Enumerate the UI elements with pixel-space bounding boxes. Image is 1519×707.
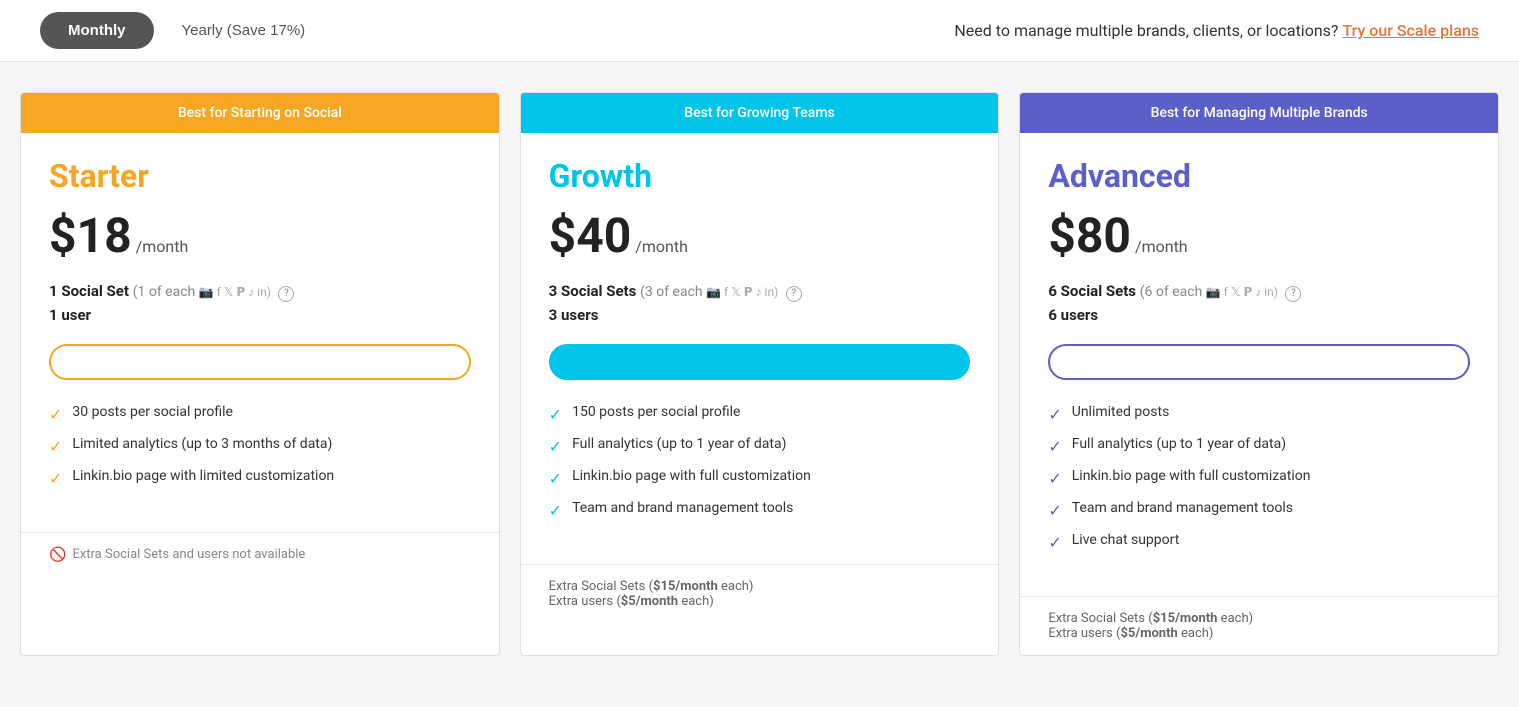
feature-text: Team and brand management tools [1072,500,1293,516]
feature-item: ✓ Limited analytics (up to 3 months of d… [49,436,471,456]
price-period: /month [635,237,688,256]
plan-users: 1 user [49,306,471,324]
check-icon: ✓ [549,405,562,424]
plan-cta-button[interactable] [1048,344,1470,380]
check-icon: ✓ [49,437,62,456]
features-list: ✓ 30 posts per social profile ✓ Limited … [49,404,471,488]
plan-body: Advanced $80 /month 6 Social Sets (6 of … [1020,133,1498,596]
feature-item: ✓ Full analytics (up to 1 year of data) [1048,436,1470,456]
check-icon: ✓ [1048,405,1061,424]
plan-name: Starter [49,157,471,195]
check-icon: ✓ [1048,533,1061,552]
plan-users: 3 users [549,306,971,324]
features-list: ✓ 150 posts per social profile ✓ Full an… [549,404,971,520]
plan-name: Growth [549,157,971,195]
plans-container: Best for Starting on Social Starter $18 … [0,62,1519,686]
plan-footer: 🚫 Extra Social Sets and users not availa… [21,532,499,577]
feature-item: ✓ Unlimited posts [1048,404,1470,424]
no-extra-text: Extra Social Sets and users not availabl… [72,547,305,562]
feature-text: Linkin.bio page with full customization [1072,468,1311,484]
help-icon[interactable]: ? [278,286,294,302]
feature-item: ✓ Live chat support [1048,532,1470,552]
feature-item: ✓ Full analytics (up to 1 year of data) [549,436,971,456]
sets-detail: (3 of each 📷 f 𝕏 𝗣 ♪ in) ? [640,284,802,300]
plan-cta-button[interactable] [49,344,471,380]
plan-body: Starter $18 /month 1 Social Set (1 of ea… [21,133,499,532]
plan-sets: 6 Social Sets (6 of each 📷 f 𝕏 𝗣 ♪ in) ? [1048,282,1470,302]
plan-price: $80 /month [1048,207,1470,264]
footer-line: Extra Social Sets ($15/month each) [549,579,971,594]
block-icon: 🚫 [49,547,66,563]
plan-price: $18 /month [49,207,471,264]
plan-cta-button[interactable] [549,344,971,380]
check-icon: ✓ [549,469,562,488]
feature-item: ✓ Linkin.bio page with limited customiza… [49,468,471,488]
yearly-toggle[interactable]: Yearly (Save 17%) [162,12,326,49]
price-period: /month [1135,237,1188,256]
check-icon: ✓ [549,501,562,520]
plan-sets: 3 Social Sets (3 of each 📷 f 𝕏 𝗣 ♪ in) ? [549,282,971,302]
sets-detail: (6 of each 📷 f 𝕏 𝗣 ♪ in) ? [1140,284,1302,300]
social-icons: 📷 f 𝕏 𝗣 ♪ in) [1206,285,1278,299]
features-list: ✓ Unlimited posts ✓ Full analytics (up t… [1048,404,1470,552]
plan-banner: Best for Starting on Social [21,93,499,133]
scale-plans-link[interactable]: Try our Scale plans [1342,21,1479,40]
price-amount: $18 [49,207,132,264]
plan-card-advanced: Best for Managing Multiple Brands Advanc… [1019,92,1499,656]
feature-item: ✓ 30 posts per social profile [49,404,471,424]
billing-toggle: Monthly Yearly (Save 17%) [40,12,325,49]
plan-name: Advanced [1048,157,1470,195]
feature-text: Team and brand management tools [572,500,793,516]
feature-item: ✓ Team and brand management tools [1048,500,1470,520]
plan-card-growth: Best for Growing Teams Growth $40 /month… [520,92,1000,656]
plan-users: 6 users [1048,306,1470,324]
header: Monthly Yearly (Save 17%) Need to manage… [0,0,1519,62]
price-period: /month [136,237,189,256]
check-icon: ✓ [49,469,62,488]
feature-text: 150 posts per social profile [572,404,740,420]
check-icon: ✓ [1048,469,1061,488]
check-icon: ✓ [49,405,62,424]
sets-label: 6 Social Sets [1048,282,1136,300]
plan-banner: Best for Growing Teams [521,93,999,133]
monthly-toggle[interactable]: Monthly [40,12,154,49]
plan-price: $40 /month [549,207,971,264]
help-icon[interactable]: ? [786,286,802,302]
sets-label: 1 Social Set [49,282,129,300]
sets-detail: (1 of each 📷 f 𝕏 𝗣 ♪ in) ? [133,284,295,300]
plan-body: Growth $40 /month 3 Social Sets (3 of ea… [521,133,999,564]
footer-line: Extra users ($5/month each) [1048,626,1470,641]
feature-text: 30 posts per social profile [72,404,233,420]
social-icons: 📷 f 𝕏 𝗣 ♪ in) [199,285,271,299]
feature-item: ✓ Linkin.bio page with full customizatio… [1048,468,1470,488]
no-extra-notice: 🚫 Extra Social Sets and users not availa… [49,547,471,563]
feature-text: Full analytics (up to 1 year of data) [572,436,786,452]
plan-card-starter: Best for Starting on Social Starter $18 … [20,92,500,656]
plan-banner: Best for Managing Multiple Brands [1020,93,1498,133]
footer-line: Extra Social Sets ($15/month each) [1048,611,1470,626]
feature-item: ✓ Linkin.bio page with full customizatio… [549,468,971,488]
feature-item: ✓ 150 posts per social profile [549,404,971,424]
check-icon: ✓ [1048,501,1061,520]
help-icon[interactable]: ? [1285,286,1301,302]
plan-footer: Extra Social Sets ($15/month each)Extra … [1020,596,1498,655]
price-amount: $80 [1048,207,1131,264]
check-icon: ✓ [1048,437,1061,456]
plan-sets: 1 Social Set (1 of each 📷 f 𝕏 𝗣 ♪ in) ? [49,282,471,302]
footer-line: Extra users ($5/month each) [549,594,971,609]
feature-text: Linkin.bio page with limited customizati… [72,468,334,484]
feature-text: Limited analytics (up to 3 months of dat… [72,436,332,452]
check-icon: ✓ [549,437,562,456]
social-icons: 📷 f 𝕏 𝗣 ♪ in) [706,285,778,299]
feature-text: Live chat support [1072,532,1180,548]
price-amount: $40 [549,207,632,264]
sets-label: 3 Social Sets [549,282,637,300]
feature-text: Full analytics (up to 1 year of data) [1072,436,1286,452]
feature-item: ✓ Team and brand management tools [549,500,971,520]
header-cta: Need to manage multiple brands, clients,… [954,21,1479,40]
plan-footer: Extra Social Sets ($15/month each)Extra … [521,564,999,623]
feature-text: Unlimited posts [1072,404,1170,420]
feature-text: Linkin.bio page with full customization [572,468,811,484]
